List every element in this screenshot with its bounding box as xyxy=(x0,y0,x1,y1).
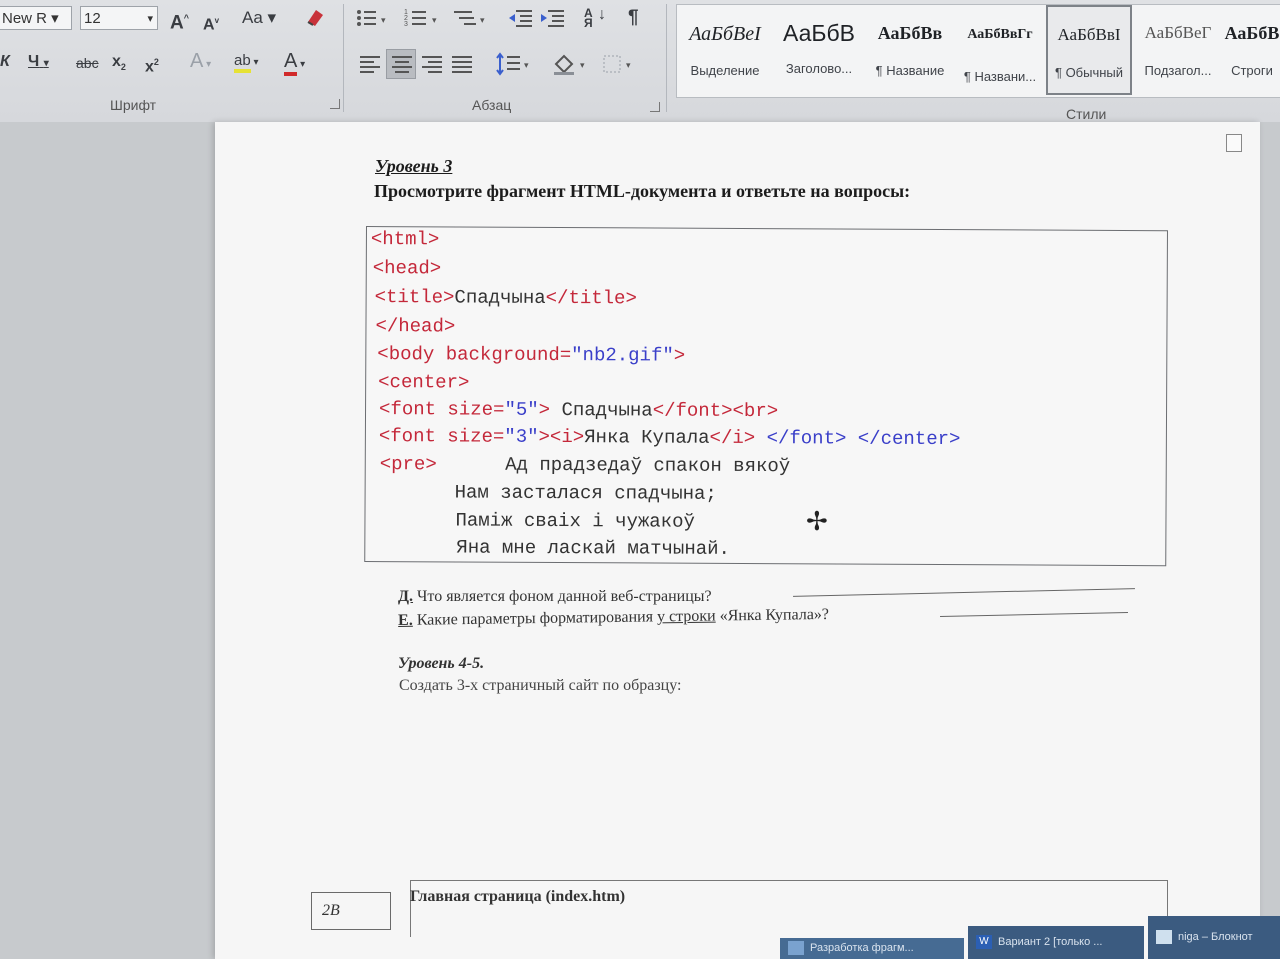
code-line-1: <html> xyxy=(370,228,440,251)
notepad-icon xyxy=(1156,930,1172,944)
italic-button[interactable]: К xyxy=(0,52,10,72)
taskbar-item-1[interactable]: Разработка фрагм... xyxy=(780,938,964,959)
question-d: Д. Что является фоном данной веб-страниц… xyxy=(398,588,712,605)
code-line-10: Нам засталася спадчына; xyxy=(397,481,717,505)
multilevel-list-button[interactable]: ▾ xyxy=(452,8,492,34)
layout-options-icon[interactable] xyxy=(1226,134,1242,152)
taskbar-item-2[interactable]: W Вариант 2 [только ... xyxy=(968,926,1144,959)
page-label-box: 2В xyxy=(311,892,391,930)
strikethrough-button[interactable]: abc xyxy=(76,53,99,73)
style-strong[interactable]: АаБбВ Строги xyxy=(1223,5,1280,95)
main-page-label: Главная страница (index.htm) xyxy=(410,888,626,905)
level-3-heading: Уровень 3 xyxy=(375,156,453,176)
instruction-text: Просмотрите фрагмент HTML-документа и от… xyxy=(374,181,911,201)
code-line-7: <font size="5"> Спадчына</font><br> xyxy=(378,398,779,423)
text-effects-button[interactable]: A ▾ xyxy=(190,51,211,75)
decrease-indent-button[interactable] xyxy=(508,8,534,34)
svg-text:▾: ▾ xyxy=(626,60,631,70)
code-line-9: <pre> Ад прадзедаў спакон вякоў xyxy=(379,453,791,478)
align-left-button[interactable] xyxy=(360,56,380,73)
font-color-button[interactable]: A ▾ xyxy=(284,50,305,76)
paragraph-dialog-launcher[interactable] xyxy=(650,102,660,112)
font-dialog-launcher[interactable] xyxy=(330,99,340,109)
app-icon xyxy=(788,941,804,955)
code-line-12: Яна мне ласкай матчынай. xyxy=(399,536,731,560)
code-line-3: <title>Спадчына</title> xyxy=(374,286,637,310)
show-marks-button[interactable]: ¶ xyxy=(628,8,639,28)
create-task-text: Создать 3-х страничный сайт по образцу: xyxy=(399,677,682,694)
borders-button[interactable]: ▾ xyxy=(602,54,638,82)
shading-button[interactable]: ▾ xyxy=(552,52,592,82)
style-heading[interactable]: АаБбВ Заголово... xyxy=(774,5,864,95)
change-case-button[interactable]: Aa ▾ xyxy=(242,8,276,28)
code-line-6: <center> xyxy=(378,371,470,394)
separator xyxy=(666,4,667,112)
style-emphasis[interactable]: АаБбВеI Выделение xyxy=(677,5,773,95)
svg-text:▾: ▾ xyxy=(480,15,485,25)
align-center-button[interactable] xyxy=(386,49,416,79)
line-spacing-button[interactable]: ▾ xyxy=(496,52,532,82)
justify-button[interactable] xyxy=(452,56,472,73)
styles-gallery: АаБбВеI Выделение АаБбВ Заголово... АаБб… xyxy=(676,4,1280,98)
superscript-button[interactable]: x2 xyxy=(145,52,159,77)
code-listing-box: <html> <head> <title>Спадчына</title> </… xyxy=(364,226,1168,567)
mouse-cursor-icon: ✢ xyxy=(806,506,828,536)
taskbar-item-3[interactable]: niga – Блокнот xyxy=(1148,916,1280,959)
style-title[interactable]: АаБбВв ¶ Название xyxy=(866,5,954,95)
style-subtitle[interactable]: АаБбВеГ Подзагол... xyxy=(1135,5,1221,95)
taskbar: Разработка фрагм... W Вариант 2 [только … xyxy=(780,912,1280,959)
code-line-11: Паміж сваіх і чужакоў xyxy=(398,509,695,533)
ribbon: New R ▾ 12 ▾ A^ Av Aa ▾ К Ч ▾ abc x2 x2 … xyxy=(0,0,1280,123)
code-line-2: <head> xyxy=(372,257,442,280)
style-normal[interactable]: АаБбВвI ¶ Обычный xyxy=(1046,5,1132,95)
font-name-box[interactable]: New R ▾ xyxy=(0,6,72,30)
align-right-button[interactable] xyxy=(422,56,442,73)
highlight-button[interactable]: ab ▾ xyxy=(234,51,259,73)
svg-text:▾: ▾ xyxy=(432,15,437,25)
paragraph-group-label: Абзац xyxy=(472,97,512,113)
underline-button[interactable]: Ч ▾ xyxy=(28,52,49,74)
separator xyxy=(343,4,344,112)
bullets-button[interactable]: ▾ xyxy=(356,8,390,34)
font-group-label: Шрифт xyxy=(110,97,157,113)
code-line-5: <body background="nb2.gif"> xyxy=(377,343,686,367)
styles-group-label: Стили xyxy=(1066,106,1107,122)
level-4-5-heading: Уровень 4-5. xyxy=(398,655,485,672)
code-line-8: <font size="3"><i>Янка Купала</i> </font… xyxy=(378,425,961,451)
code-line-4: </head> xyxy=(375,315,456,338)
sort-button[interactable]: А Я ↓ xyxy=(584,7,606,30)
font-size-value: 12 xyxy=(84,10,101,27)
font-name-value: New R xyxy=(2,10,48,27)
svg-text:▾: ▾ xyxy=(580,60,585,70)
increase-indent-button[interactable] xyxy=(540,8,566,34)
svg-text:3: 3 xyxy=(404,21,408,28)
word-icon: W xyxy=(976,935,992,949)
font-size-box[interactable]: 12 ▾ xyxy=(80,6,158,30)
svg-text:▾: ▾ xyxy=(381,15,386,25)
grow-font-button[interactable]: A^ xyxy=(170,8,189,33)
numbering-button[interactable]: 1 2 3 ▾ xyxy=(404,8,444,34)
style-title-2[interactable]: АаБбВвГг ¶ Названи... xyxy=(957,5,1043,95)
svg-text:▾: ▾ xyxy=(524,60,529,70)
clear-formatting-icon[interactable] xyxy=(304,6,326,28)
shrink-font-button[interactable]: Av xyxy=(203,11,219,35)
subscript-button[interactable]: x2 xyxy=(112,52,126,77)
